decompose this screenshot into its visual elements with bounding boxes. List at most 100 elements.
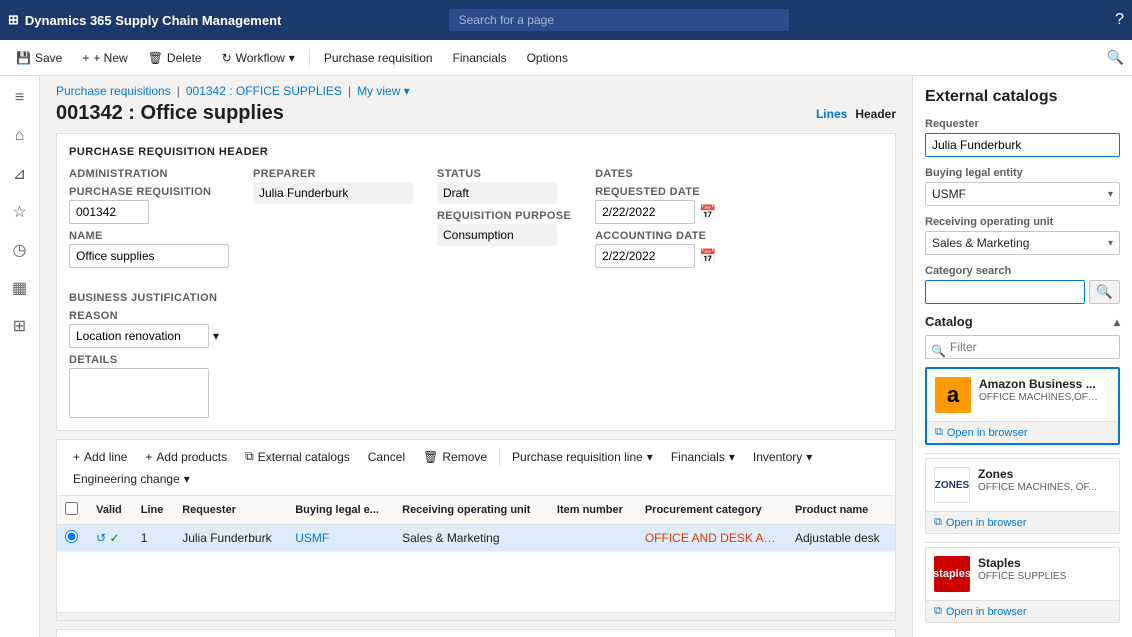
biz-just-group: BUSINESS JUSTIFICATION Reason ▾ Details bbox=[69, 292, 219, 418]
save-icon: 💾 bbox=[16, 51, 31, 65]
sidebar-item-favorites[interactable]: ☆ bbox=[2, 194, 38, 230]
add-products-button[interactable]: + Add products bbox=[137, 447, 235, 467]
calendar-icon-accounting[interactable]: 📅 bbox=[699, 248, 716, 265]
category-search-input[interactable] bbox=[925, 280, 1085, 304]
breadcrumb-purchase-requisitions[interactable]: Purchase requisitions bbox=[56, 84, 171, 98]
receiving-op-chevron: ▾ bbox=[1108, 238, 1113, 249]
sidebar-item-home[interactable]: ⌂ bbox=[2, 118, 38, 154]
inventory-chevron: ▾ bbox=[806, 450, 812, 464]
receiving-op-select[interactable]: Sales & Marketing ▾ bbox=[925, 231, 1120, 255]
dates-label: DATES bbox=[595, 168, 716, 180]
staples-catalog-card: staples Staples OFFICE SUPPLIES ⧉ Open i… bbox=[925, 547, 1120, 623]
inventory-button[interactable]: Inventory ▾ bbox=[745, 447, 820, 467]
accounting-date-field[interactable] bbox=[595, 244, 695, 268]
external-catalogs-button[interactable]: ⧉ External catalogs bbox=[237, 446, 358, 467]
reason-field[interactable] bbox=[69, 324, 209, 348]
remove-button[interactable]: 🗑 Remove bbox=[415, 447, 495, 467]
catalog-filter-input[interactable] bbox=[925, 335, 1120, 359]
staples-catalog-name: Staples bbox=[978, 556, 1111, 570]
remove-icon: 🗑 bbox=[423, 450, 438, 464]
zones-open-browser[interactable]: ⧉ Open in browser bbox=[926, 511, 1119, 533]
search-input[interactable] bbox=[449, 9, 789, 31]
sidebar-item-workspaces[interactable]: ▦ bbox=[2, 270, 38, 306]
sidebar-item-menu[interactable]: ≡ bbox=[2, 80, 38, 116]
help-icon[interactable]: ? bbox=[1115, 11, 1124, 29]
new-button[interactable]: + + New bbox=[74, 47, 135, 69]
staples-catalog-sub: OFFICE SUPPLIES bbox=[978, 571, 1098, 582]
category-search-field: Category search 🔍 bbox=[925, 265, 1120, 304]
page-search-icon[interactable]: 🔍 bbox=[1107, 49, 1124, 66]
sidebar-item-modules[interactable]: ⊞ bbox=[2, 308, 38, 344]
buying-legal-label: Buying legal entity bbox=[925, 167, 1120, 179]
col-line-header: Line bbox=[133, 496, 174, 525]
sidebar-item-recent[interactable]: ◷ bbox=[2, 232, 38, 268]
purchase-req-line-button[interactable]: Purchase requisition line ▾ bbox=[504, 447, 661, 467]
calendar-icon-requested[interactable]: 📅 bbox=[699, 204, 716, 221]
financials-line-button[interactable]: Financials ▾ bbox=[663, 447, 743, 467]
close-bar: Close bbox=[925, 631, 1120, 637]
status-label: Status bbox=[437, 168, 571, 180]
amazon-open-browser[interactable]: ⧉ Open in browser bbox=[927, 421, 1118, 443]
row-proc-cat-cell: OFFICE AND DESK ACCESSORIES bbox=[637, 525, 787, 552]
cancel-button[interactable]: Cancel bbox=[360, 447, 413, 467]
select-all-checkbox[interactable] bbox=[65, 502, 78, 515]
catalog-collapse-icon[interactable]: ▴ bbox=[1114, 315, 1120, 329]
staples-open-browser[interactable]: ⧉ Open in browser bbox=[926, 600, 1119, 622]
details-field[interactable] bbox=[69, 368, 209, 418]
requested-date-group: Requested date 📅 bbox=[595, 186, 716, 224]
lines-button[interactable]: Lines bbox=[816, 107, 847, 121]
engineering-chevron: ▾ bbox=[184, 472, 190, 486]
purchase-req-field[interactable] bbox=[69, 200, 149, 224]
amazon-catalog-sub: OFFICE MACHINES,OFFICE AN... bbox=[979, 392, 1099, 403]
command-bar: 💾 Save + + New 🗑 Delete ↻ Workflow ▾ Pur… bbox=[0, 40, 1132, 76]
breadcrumb-view[interactable]: My view ▾ bbox=[357, 84, 410, 98]
requester-input[interactable] bbox=[925, 133, 1120, 157]
row-buying-legal-cell[interactable]: USMF bbox=[287, 525, 394, 552]
col-valid-header: Valid bbox=[88, 496, 133, 525]
horizontal-scrollbar[interactable] bbox=[57, 612, 895, 620]
global-search[interactable] bbox=[449, 9, 789, 31]
buying-legal-select[interactable]: USMF ▾ bbox=[925, 182, 1120, 206]
buying-legal-chevron: ▾ bbox=[1108, 189, 1113, 200]
staples-open-icon: ⧉ bbox=[934, 605, 942, 618]
workflow-button[interactable]: ↻ Workflow ▾ bbox=[214, 47, 303, 69]
preparer-field bbox=[253, 182, 413, 204]
reason-chevron-icon[interactable]: ▾ bbox=[213, 329, 219, 343]
add-line-icon: + bbox=[73, 450, 80, 464]
external-catalogs-icon: ⧉ bbox=[245, 449, 254, 464]
row-select-cell[interactable] bbox=[57, 525, 88, 552]
sidebar-item-filter[interactable]: ⊿ bbox=[2, 156, 38, 192]
category-search-label: Category search bbox=[925, 265, 1120, 277]
purchase-req-group: Purchase requisition bbox=[69, 186, 229, 224]
page-title: 001342 : Office supplies bbox=[56, 102, 284, 125]
row-valid-cell: ↺ ✓ bbox=[88, 525, 133, 552]
col-receiving-op-header: Receiving operating unit bbox=[394, 496, 549, 525]
page-title-area: 001342 : Office supplies Lines Header bbox=[40, 102, 912, 133]
status-field-group: Status bbox=[437, 168, 571, 204]
main-content: Purchase requisitions | 001342 : OFFICE … bbox=[40, 76, 912, 637]
requested-date-field[interactable] bbox=[595, 200, 695, 224]
header-button[interactable]: Header bbox=[855, 107, 896, 121]
row-receiving-op-cell: Sales & Marketing bbox=[394, 525, 549, 552]
category-search-button[interactable]: 🔍 bbox=[1089, 280, 1120, 304]
breadcrumb-order[interactable]: 001342 : OFFICE SUPPLIES bbox=[186, 84, 342, 98]
table-row[interactable]: ↺ ✓ 1 Julia Funderburk USMF Sales & Mark… bbox=[57, 525, 895, 552]
name-field[interactable] bbox=[69, 244, 229, 268]
staples-logo: staples bbox=[934, 556, 970, 592]
receiving-op-field: Receiving operating unit Sales & Marketi… bbox=[925, 216, 1120, 255]
options-button[interactable]: Options bbox=[519, 47, 576, 69]
page-title-actions: Lines Header bbox=[816, 107, 896, 121]
app-logo: ⊞ Dynamics 365 Supply Chain Management bbox=[8, 12, 281, 28]
biz-just-label: BUSINESS JUSTIFICATION bbox=[69, 292, 219, 304]
status-group: Status Requisition purpose bbox=[437, 168, 571, 268]
purchase-requisition-button[interactable]: Purchase requisition bbox=[316, 47, 441, 69]
engineering-change-button[interactable]: Engineering change ▾ bbox=[65, 469, 198, 489]
save-button[interactable]: 💾 Save bbox=[8, 47, 70, 69]
add-line-button[interactable]: + Add line bbox=[65, 447, 135, 467]
receiving-op-label: Receiving operating unit bbox=[925, 216, 1120, 228]
admin-label: ADMINISTRATION bbox=[69, 168, 229, 180]
financials-button[interactable]: Financials bbox=[445, 47, 515, 69]
col-requester-header: Requester bbox=[174, 496, 287, 525]
row-radio[interactable] bbox=[65, 530, 78, 543]
delete-button[interactable]: 🗑 Delete bbox=[140, 47, 210, 69]
